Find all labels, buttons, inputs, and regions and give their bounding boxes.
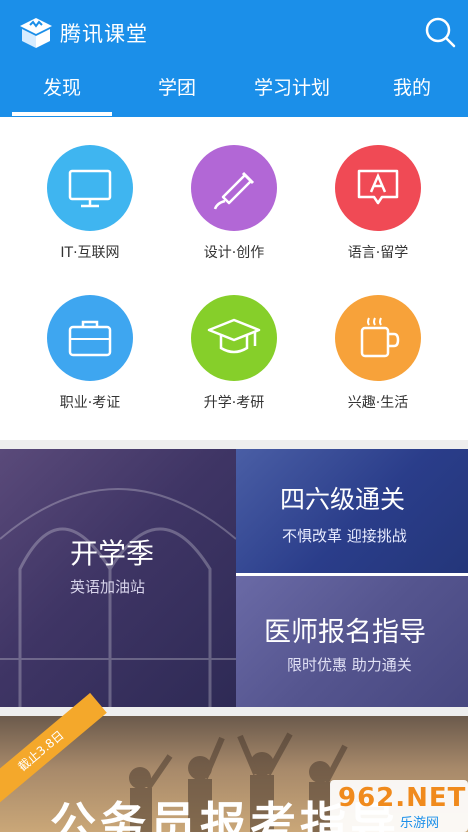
category-hobby[interactable]: 兴趣·生活 — [313, 295, 443, 445]
category-label: 升学·考研 — [203, 395, 265, 411]
tab-study-plan[interactable]: 学习计划 — [232, 62, 352, 114]
app-title: 腾讯课堂 — [60, 22, 148, 46]
graduation-cap-icon — [191, 295, 277, 381]
language-bubble-icon — [335, 145, 421, 231]
search-icon — [425, 17, 456, 48]
promo-cet-subtitle: 不惧改革 迎接挑战 — [282, 527, 407, 545]
tencent-classroom-logo — [18, 16, 54, 50]
watermark-subtext: 乐游网 — [400, 816, 440, 831]
category-career[interactable]: 职业·考证 — [25, 295, 155, 445]
briefcase-icon — [47, 295, 133, 381]
category-it[interactable]: IT·互联网 — [25, 145, 155, 295]
category-label: 兴趣·生活 — [347, 395, 409, 411]
promo-medical-subtitle: 限时优惠 助力通关 — [287, 656, 412, 674]
promo-cet-title: 四六级通关 — [280, 485, 406, 514]
promo-main-subtitle: 英语加油站 — [70, 578, 146, 596]
category-label: 语言·留学 — [347, 245, 409, 261]
brand: 腾讯课堂 — [18, 14, 148, 52]
category-education[interactable]: 升学·考研 — [169, 295, 299, 445]
tab-mine[interactable]: 我的 — [362, 62, 462, 114]
category-label: IT·互联网 — [60, 245, 120, 261]
section-divider — [0, 440, 468, 449]
promo-main-title: 开学季 — [70, 537, 155, 570]
active-tab-indicator — [12, 112, 112, 116]
top-tabs: 发现 学团 学习计划 我的 — [0, 62, 468, 117]
category-label: 职业·考证 — [59, 395, 121, 411]
paint-tube-icon — [191, 145, 277, 231]
tab-discover[interactable]: 发现 — [12, 62, 112, 114]
app-bar: 腾讯课堂 发现 学团 学习计划 我的 — [0, 0, 468, 117]
category-label: 设计·创作 — [203, 245, 265, 261]
search-button[interactable] — [421, 13, 459, 51]
promo-medical-title: 医师报名指导 — [264, 617, 426, 648]
category-design[interactable]: 设计·创作 — [169, 145, 299, 295]
monitor-icon — [47, 145, 133, 231]
category-grid: IT·互联网 设计·创作 语言·留学 职业·考证 升学·考研 兴趣·生活 — [0, 117, 468, 447]
category-language[interactable]: 语言·留学 — [313, 145, 443, 295]
coffee-mug-icon — [335, 295, 421, 381]
watermark-text: 962.NET — [338, 783, 467, 813]
tab-study-group[interactable]: 学团 — [127, 62, 227, 114]
